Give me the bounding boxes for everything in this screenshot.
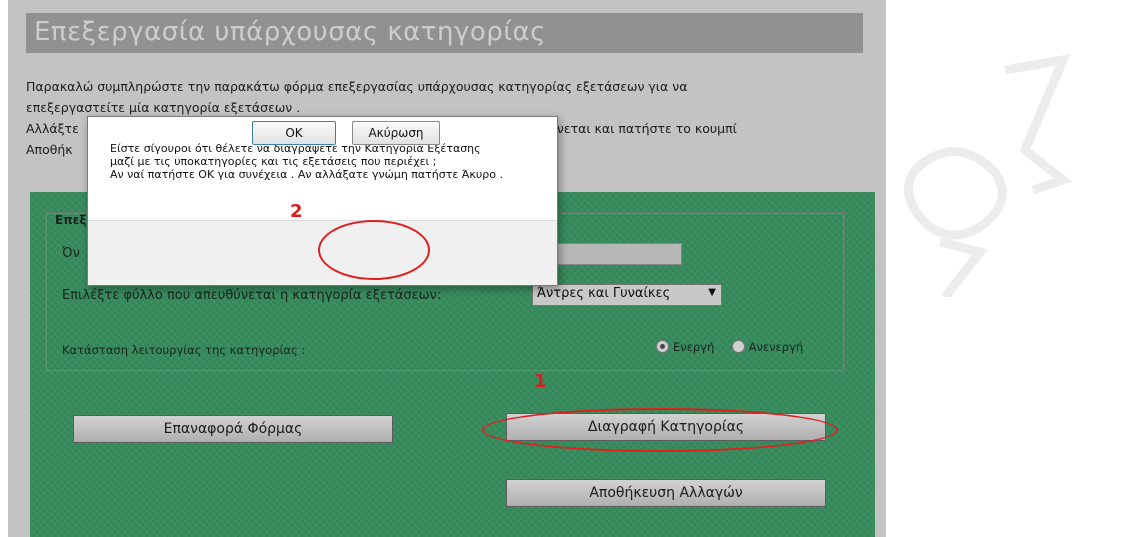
- dialog-cancel-button[interactable]: Ακύρωση: [352, 121, 440, 145]
- annotation-ellipse-delete: [482, 408, 838, 452]
- annotation-step-1: 1: [534, 371, 547, 392]
- dialog-ok-button[interactable]: OK: [252, 121, 336, 145]
- category-name-input[interactable]: [538, 243, 682, 265]
- page-header: Επεξεργασία υπάρχουσας κατηγορίας: [26, 13, 863, 53]
- name-label: Όν: [62, 246, 80, 261]
- reset-form-button[interactable]: Επαναφορά Φόρμας: [73, 415, 393, 443]
- intro-line-1: Παρακαλώ συμπληρώστε την παρακάτω φόρμα …: [26, 79, 688, 94]
- status-radio-group: Ενεργή Ανενεργή: [656, 340, 803, 354]
- status-label: Κατάσταση λειτουργίας της κατηγορίας :: [62, 343, 306, 357]
- watermark-logo: [904, 54, 1073, 297]
- save-changes-button[interactable]: Αποθήκευση Αλλαγών: [506, 479, 826, 507]
- gender-select[interactable]: Άντρες και Γυναίκες ▼: [532, 284, 722, 306]
- dialog-message-line-3: Αν ναί πατήστε ΟΚ για συνέχεια . Αν αλλά…: [110, 168, 503, 181]
- page-title: Επεξεργασία υπάρχουσας κατηγορίας: [34, 17, 546, 47]
- annotation-ellipse-ok: [318, 220, 430, 280]
- status-inactive-label: Ανενεργή: [748, 340, 804, 354]
- status-inactive-radio[interactable]: [731, 340, 745, 353]
- gender-selected-value: Άντρες και Γυναίκες: [537, 286, 671, 301]
- status-active-label: Ενεργή: [673, 340, 715, 354]
- status-active-radio[interactable]: [656, 340, 669, 353]
- gender-label: Επιλέξτε φύλλο που απευθύνεται η κατηγορ…: [62, 288, 442, 303]
- dialog-message: Είστε σίγουροι ότι θέλετε να διαγράψετε …: [110, 142, 503, 181]
- fieldset-legend: Επεξ: [55, 213, 87, 227]
- chevron-down-icon: ▼: [708, 287, 716, 298]
- annotation-step-2: 2: [290, 201, 303, 222]
- intro-line-2: επεξεργαστείτε μία κατηγορία εξετάσεων .: [26, 100, 301, 115]
- dialog-message-line-2: μαζί με τις υποκατηγορίες και τις εξετάσ…: [110, 155, 437, 168]
